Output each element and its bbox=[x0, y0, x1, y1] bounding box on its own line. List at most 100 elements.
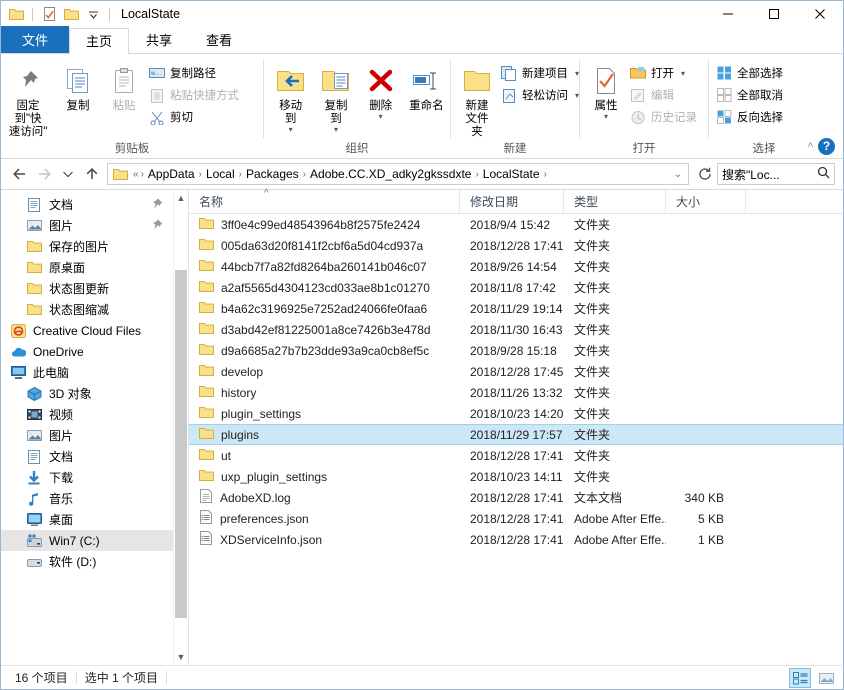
sidebar-item[interactable]: 文档 bbox=[1, 446, 188, 467]
search-icon[interactable] bbox=[817, 166, 830, 182]
refresh-button[interactable] bbox=[695, 164, 715, 184]
invert-selection-button[interactable]: 反向选择 bbox=[715, 106, 788, 128]
paste-shortcut-button[interactable]: 粘贴快捷方式 bbox=[147, 84, 244, 106]
table-row[interactable]: plugin_settings 2018/10/23 14:20 文件夹 bbox=[189, 403, 843, 424]
chevron-down-icon[interactable]: ▾ bbox=[379, 113, 383, 121]
breadcrumb-item-package[interactable]: Adobe.CC.XD_adky2gkssdxte bbox=[307, 167, 474, 181]
edit-button[interactable]: 编辑 bbox=[628, 84, 702, 106]
properties-icon[interactable] bbox=[40, 5, 58, 23]
properties-button[interactable]: 属性 ▾ bbox=[584, 60, 628, 122]
search-input[interactable]: 搜索"Loc... bbox=[717, 163, 835, 185]
table-row[interactable]: AdobeXD.log 2018/12/28 17:41 文本文档 340 KB bbox=[189, 487, 843, 508]
breadcrumb-item-localstate[interactable]: LocalState bbox=[480, 167, 543, 181]
scroll-up-arrow[interactable]: ▲ bbox=[174, 190, 188, 206]
table-row[interactable]: 44bcb7f7a82fd8264ba260141b046c07 2018/9/2… bbox=[189, 256, 843, 277]
table-row[interactable]: develop 2018/12/28 17:45 文件夹 bbox=[189, 361, 843, 382]
table-row[interactable]: plugins 2018/11/29 17:57 文件夹 bbox=[189, 424, 843, 445]
table-row[interactable]: XDServiceInfo.json 2018/12/28 17:41 Adobe … bbox=[189, 529, 843, 550]
column-header-date[interactable]: 修改日期 bbox=[460, 189, 564, 214]
table-row[interactable]: preferences.json 2018/12/28 17:41 Adobe Af… bbox=[189, 508, 843, 529]
copy-path-button[interactable]: w… 复制路径 bbox=[147, 62, 244, 84]
navigation-scrollbar[interactable]: ▲ ▼ bbox=[173, 190, 188, 665]
cut-button[interactable]: 剪切 bbox=[147, 106, 244, 128]
collapse-ribbon-button[interactable]: ^ bbox=[808, 141, 813, 153]
minimize-button[interactable] bbox=[705, 1, 751, 27]
scrollbar-thumb[interactable] bbox=[175, 270, 187, 618]
table-row[interactable]: uxp_plugin_settings 2018/10/23 14:11 文件夹 bbox=[189, 466, 843, 487]
breadcrumb-item-appdata[interactable]: AppData bbox=[145, 167, 198, 181]
new-folder-icon[interactable] bbox=[62, 5, 80, 23]
column-header-type[interactable]: 类型 bbox=[564, 189, 666, 214]
copy-button[interactable]: 复制 bbox=[55, 60, 101, 115]
rename-button[interactable]: 重命名 bbox=[403, 60, 450, 115]
sidebar-item[interactable]: 保存的图片 bbox=[1, 236, 188, 257]
sidebar-item[interactable]: 文档 bbox=[1, 194, 188, 215]
pin-icon[interactable] bbox=[149, 197, 164, 213]
sidebar-item[interactable]: 状态图更新 bbox=[1, 278, 188, 299]
sidebar-item[interactable]: 音乐 bbox=[1, 488, 188, 509]
close-button[interactable] bbox=[797, 1, 843, 27]
pin-icon[interactable] bbox=[149, 218, 164, 234]
delete-button[interactable]: 删除 ▾ bbox=[359, 60, 403, 122]
navigation-pane[interactable]: 文档 图片 保存的图片 原桌面 状态图更新 状态图缩减 Creative Cloud Fil… bbox=[1, 190, 189, 665]
breadcrumb-item-local[interactable]: Local bbox=[203, 167, 238, 181]
sidebar-item[interactable]: 下载 bbox=[1, 467, 188, 488]
table-row[interactable]: 3ff0e4c99ed48543964b8f2575fe2424 2018/9/4… bbox=[189, 214, 843, 235]
sidebar-item[interactable]: Creative Cloud Files bbox=[1, 320, 188, 341]
column-header-size[interactable]: 大小 bbox=[666, 189, 746, 214]
table-row[interactable]: 005da63d20f8141f2cbf6a5d04cd937a 2018/12/… bbox=[189, 235, 843, 256]
new-item-button[interactable]: 新建项目 ▾ bbox=[499, 62, 584, 84]
customize-dropdown-icon[interactable] bbox=[84, 5, 102, 23]
chevron-down-icon[interactable]: ▾ bbox=[575, 91, 579, 100]
sidebar-item[interactable]: 视频 bbox=[1, 404, 188, 425]
scroll-down-arrow[interactable]: ▼ bbox=[174, 649, 188, 665]
table-row[interactable]: history 2018/11/26 13:32 文件夹 bbox=[189, 382, 843, 403]
select-all-button[interactable]: 全部选择 bbox=[715, 62, 788, 84]
sidebar-item[interactable]: 此电脑 bbox=[1, 362, 188, 383]
forward-button[interactable] bbox=[33, 163, 55, 185]
address-dropdown-icon[interactable]: ⌄ bbox=[673, 169, 683, 180]
folder-icon[interactable] bbox=[7, 5, 25, 23]
large-icons-view-button[interactable] bbox=[815, 668, 837, 688]
tab-view[interactable]: 查看 bbox=[189, 27, 249, 53]
tab-file[interactable]: 文件 bbox=[1, 26, 70, 53]
table-row[interactable]: d3abd42ef81225001a8ce7426b3e478d 2018/11/… bbox=[189, 319, 843, 340]
breadcrumb-item-packages[interactable]: Packages bbox=[243, 167, 302, 181]
sidebar-item[interactable]: OneDrive bbox=[1, 341, 188, 362]
up-button[interactable] bbox=[81, 163, 103, 185]
sidebar-item[interactable]: 图片 bbox=[1, 215, 188, 236]
sidebar-item[interactable]: Win7 (C:) bbox=[1, 530, 188, 551]
details-view-button[interactable] bbox=[789, 668, 811, 688]
select-none-button[interactable]: 全部取消 bbox=[715, 84, 788, 106]
sidebar-item[interactable]: 软件 (D:) bbox=[1, 551, 188, 572]
new-folder-button[interactable]: 新建 文件夹 bbox=[455, 60, 499, 141]
table-row[interactable]: ut 2018/12/28 17:41 文件夹 bbox=[189, 445, 843, 466]
column-header-name[interactable]: 名称 bbox=[189, 189, 460, 214]
sidebar-item[interactable]: 原桌面 bbox=[1, 257, 188, 278]
table-row[interactable]: b4a62c3196925e7252ad24066fe0faa6 2018/11/… bbox=[189, 298, 843, 319]
chevron-down-icon[interactable]: ▾ bbox=[334, 126, 338, 134]
sidebar-item[interactable]: 状态图缩减 bbox=[1, 299, 188, 320]
pin-to-quick-access-button[interactable]: 固定到"快 速访问" bbox=[1, 60, 55, 141]
help-button[interactable]: ? bbox=[818, 138, 835, 155]
paste-button[interactable]: 粘贴 bbox=[101, 60, 147, 115]
copy-to-button[interactable]: 复制到 ▾ bbox=[313, 60, 358, 135]
table-row[interactable]: a2af5565d4304123cd033ae8b1c01270 2018/11/… bbox=[189, 277, 843, 298]
chevron-down-icon[interactable]: ▾ bbox=[604, 113, 608, 121]
easy-access-button[interactable]: 轻松访问 ▾ bbox=[499, 84, 584, 106]
chevron-down-icon[interactable]: ▾ bbox=[289, 126, 293, 134]
open-button[interactable]: 打开 ▾ bbox=[628, 62, 702, 84]
breadcrumb[interactable]: « › AppData › Local › Packages › Adobe.C… bbox=[107, 163, 689, 185]
sidebar-item[interactable]: 3D 对象 bbox=[1, 383, 188, 404]
history-button[interactable]: 历史记录 bbox=[628, 106, 702, 128]
chevron-down-icon[interactable]: ▾ bbox=[575, 69, 579, 78]
sidebar-item[interactable]: 图片 bbox=[1, 425, 188, 446]
back-button[interactable] bbox=[9, 163, 31, 185]
chevron-down-icon[interactable]: ▾ bbox=[681, 69, 685, 78]
breadcrumb-overflow[interactable]: « bbox=[132, 169, 140, 180]
maximize-button[interactable] bbox=[751, 1, 797, 27]
recent-locations-button[interactable] bbox=[57, 163, 79, 185]
sidebar-item[interactable]: 桌面 bbox=[1, 509, 188, 530]
tab-home[interactable]: 主页 bbox=[69, 28, 130, 54]
tab-share[interactable]: 共享 bbox=[129, 27, 189, 53]
